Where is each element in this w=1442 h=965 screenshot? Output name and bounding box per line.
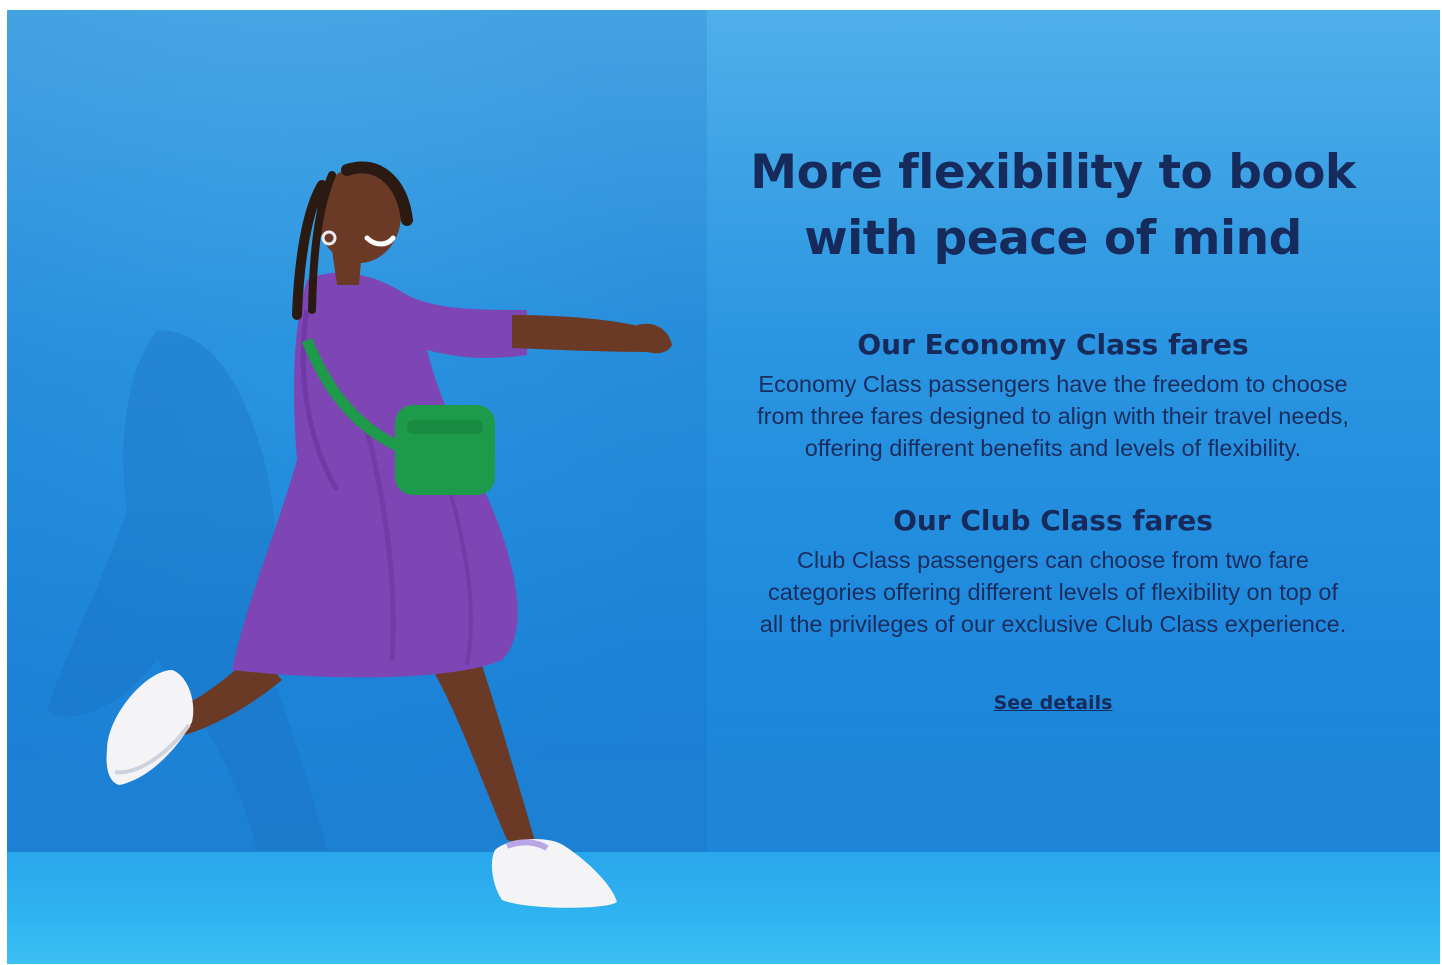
page-title: More flexibility to book with peace of m…: [750, 145, 1356, 266]
club-fares-title: Our Club Class fares: [893, 504, 1213, 537]
hero-banner: More flexibility to book with peace of m…: [7, 10, 1440, 964]
see-details-link[interactable]: See details: [994, 692, 1113, 714]
hero-image-jumping-woman: [47, 161, 672, 908]
hero-content: More flexibility to book with peace of m…: [723, 140, 1383, 714]
club-fares-description: Club Class passengers can choose from tw…: [759, 547, 1347, 637]
economy-fares-title: Our Economy Class fares: [857, 328, 1249, 361]
economy-fares-description: Economy Class passengers have the freedo…: [757, 371, 1349, 461]
